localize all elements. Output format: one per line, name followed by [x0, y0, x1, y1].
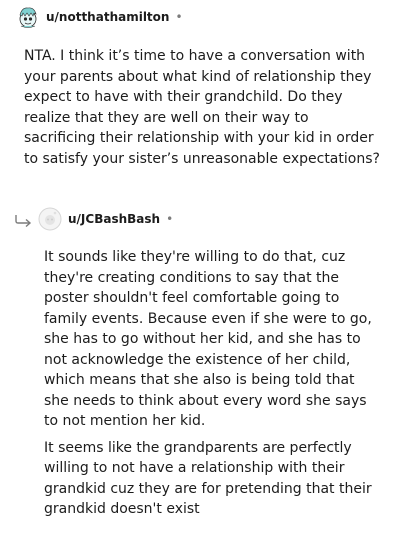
- comment-author-link[interactable]: u/notthathamilton: [46, 10, 169, 24]
- comment-paragraph: It seems like the grandparents are perfe…: [44, 439, 372, 518]
- meta-separator: •: [175, 10, 183, 24]
- snoo-avatar-teal-icon[interactable]: [16, 5, 40, 29]
- comment-header: u/JCBashBash •: [38, 207, 173, 231]
- comment-paragraph: NTA. I think it’s time to have a convers…: [24, 48, 380, 167]
- default-avatar-icon[interactable]: [38, 207, 62, 231]
- comment-paragraph: It sounds like they're willing to do tha…: [44, 249, 372, 429]
- reply-arrow-icon: [14, 212, 34, 231]
- comment-header: u/notthathamilton •: [16, 5, 183, 29]
- comment-author-link[interactable]: u/JCBashBash: [68, 212, 160, 226]
- meta-separator: •: [166, 212, 174, 226]
- comment-body: NTA. I think it’s time to have a convers…: [24, 46, 384, 169]
- comment-body: It sounds like they're willing to do tha…: [44, 247, 380, 520]
